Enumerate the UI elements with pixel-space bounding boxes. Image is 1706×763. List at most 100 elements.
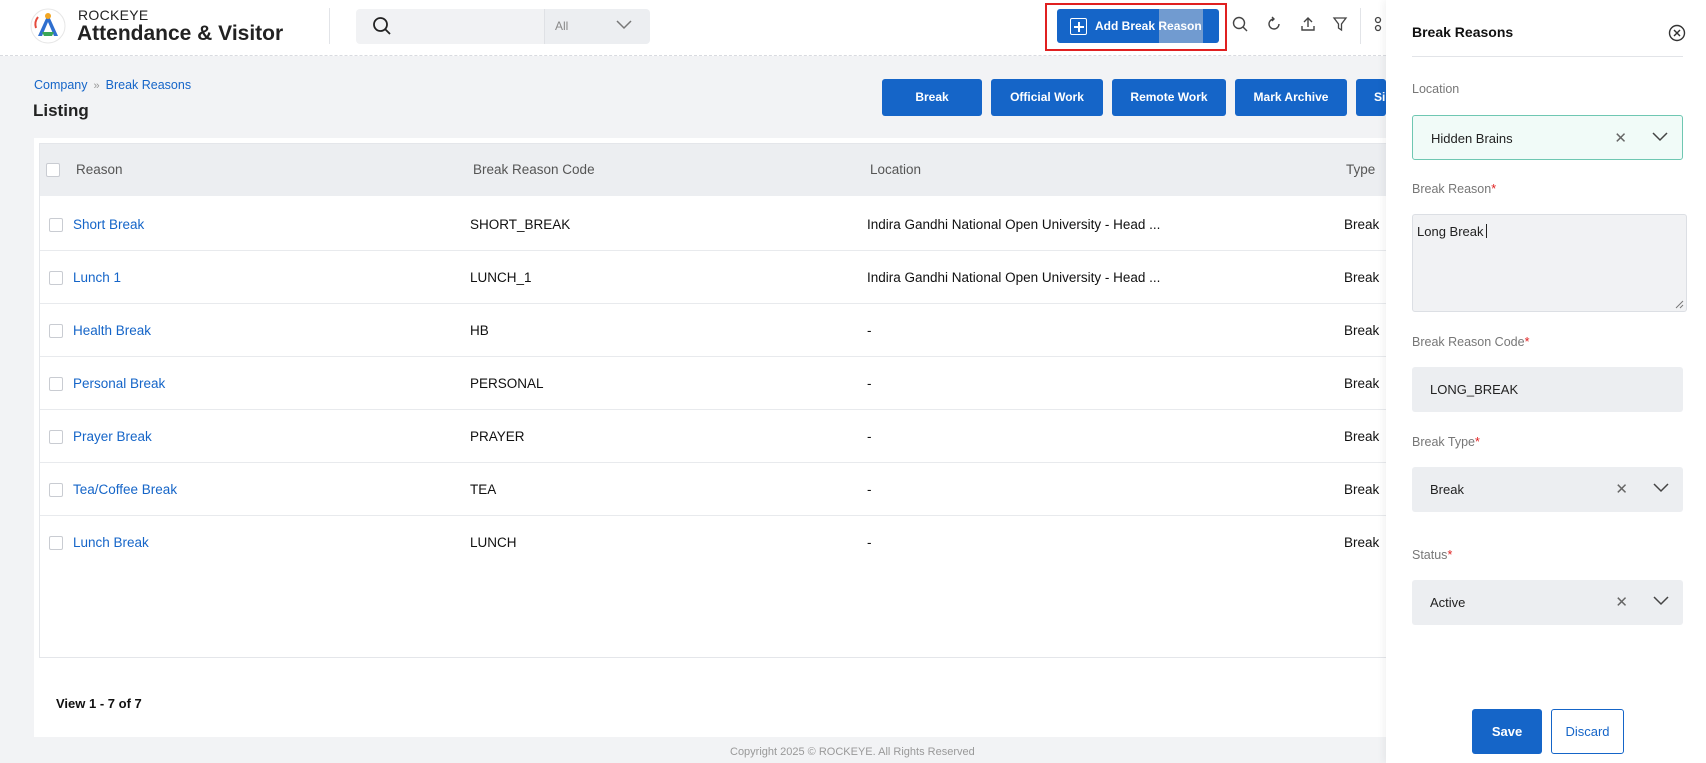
panel-title: Break Reasons [1412, 24, 1514, 40]
location-select[interactable]: Hidden Brains ✕ [1412, 115, 1683, 160]
status-select[interactable]: Active ✕ [1412, 580, 1683, 625]
row-checkbox[interactable] [49, 218, 63, 232]
breadcrumb: Company » Break Reasons [34, 78, 191, 92]
close-icon[interactable] [1668, 24, 1686, 42]
row-checkbox[interactable] [49, 377, 63, 391]
clear-icon[interactable]: ✕ [1615, 593, 1628, 611]
break-reason-code-label: Break Reason Code* [1412, 335, 1530, 349]
reason-link[interactable]: Lunch 1 [73, 270, 121, 285]
break-reason-code: TEA [470, 482, 497, 497]
type-cell: Break [1344, 217, 1380, 232]
upload-icon[interactable] [1300, 16, 1316, 32]
filter-icon[interactable] [1332, 16, 1348, 32]
grid-icon[interactable] [1374, 16, 1386, 32]
break-reason-label: Break Reason* [1412, 182, 1497, 196]
status-value: Active [1430, 595, 1466, 610]
chevron-down-icon[interactable] [1652, 132, 1668, 142]
location-label: Location [1412, 82, 1460, 96]
table-row: Short Break SHORT_BREAK Indira Gandhi Na… [40, 198, 1386, 251]
type-cell: Break [1344, 429, 1380, 444]
official-work-button[interactable]: Official Work [991, 79, 1103, 116]
column-break-reason-code[interactable]: Break Reason Code [473, 162, 595, 177]
column-type[interactable]: Type [1346, 162, 1375, 177]
page-title: Listing [33, 101, 89, 120]
table-row: Lunch 1 LUNCH_1 Indira Gandhi National O… [40, 251, 1386, 304]
location-cell: - [867, 323, 872, 338]
break-reason-code: SHORT_BREAK [470, 217, 571, 232]
search-filter-select[interactable]: All [544, 9, 650, 44]
location-cell: - [867, 429, 872, 444]
location-cell: Indira Gandhi National Open University -… [867, 217, 1161, 232]
reason-link[interactable]: Personal Break [73, 376, 165, 391]
search-icon[interactable] [1232, 16, 1248, 32]
table-header: Reason Break Reason Code Location Type [40, 144, 1386, 196]
column-location[interactable]: Location [870, 162, 921, 177]
chevron-down-icon[interactable] [1653, 596, 1669, 606]
break-reason-code: LUNCH [470, 535, 517, 550]
break-reason-form-panel: Break Reasons Location Hidden Brains ✕ B… [1386, 0, 1706, 763]
break-reason-code: HB [470, 323, 489, 338]
pagination-summary: View 1 - 7 of 7 [56, 696, 142, 711]
break-reason-code: PERSONAL [470, 376, 544, 391]
table-row: Tea/Coffee Break TEA - Break [40, 463, 1386, 516]
break-type-label: Break Type* [1412, 435, 1480, 449]
break-reason-textarea[interactable]: Long Break [1412, 214, 1687, 312]
column-reason[interactable]: Reason [76, 162, 123, 177]
break-button[interactable]: Break [882, 79, 982, 116]
reason-link[interactable]: Short Break [73, 217, 144, 232]
break-reason-code-input[interactable]: LONG_BREAK [1412, 367, 1683, 412]
table-row: Health Break HB - Break [40, 304, 1386, 357]
add-break-reason-button[interactable]: Add Break Reason [1057, 9, 1219, 43]
app-title: Attendance & Visitor [77, 22, 284, 45]
type-cell: Break [1344, 482, 1380, 497]
discard-button[interactable]: Discard [1551, 709, 1624, 754]
copyright-footer: Copyright 2025 © ROCKEYE. All Rights Res… [730, 746, 975, 758]
row-checkbox[interactable] [49, 324, 63, 338]
row-checkbox[interactable] [49, 483, 63, 497]
type-cell: Break [1344, 376, 1380, 391]
reason-link[interactable]: Lunch Break [73, 535, 149, 550]
clear-icon[interactable]: ✕ [1615, 480, 1628, 498]
header-divider [1360, 8, 1361, 44]
resize-handle-icon[interactable] [1675, 300, 1684, 309]
chevron-down-icon [616, 20, 632, 30]
break-reason-code: LUNCH_1 [470, 270, 532, 285]
status-label: Status* [1412, 548, 1453, 562]
select-all-checkbox[interactable] [46, 163, 60, 177]
breadcrumb-break-reasons[interactable]: Break Reasons [106, 78, 191, 92]
location-cell: - [867, 535, 872, 550]
remote-work-button[interactable]: Remote Work [1112, 79, 1226, 116]
refresh-icon[interactable] [1266, 16, 1282, 32]
brand-name: ROCKEYE [78, 7, 149, 23]
break-reason-value: Long Break [1417, 224, 1487, 239]
break-type-value: Break [1430, 482, 1464, 497]
header-divider [329, 8, 330, 44]
global-search-input[interactable] [356, 9, 544, 44]
reason-link[interactable]: Prayer Break [73, 429, 152, 444]
table-row: Prayer Break PRAYER - Break [40, 410, 1386, 463]
breadcrumb-separator-icon: » [93, 80, 100, 92]
reason-link[interactable]: Tea/Coffee Break [73, 482, 177, 497]
more-action-button[interactable]: Si [1356, 79, 1386, 116]
search-icon [373, 17, 391, 35]
location-cell: - [867, 482, 872, 497]
type-cell: Break [1344, 270, 1380, 285]
type-cell: Break [1344, 535, 1380, 550]
location-cell: Indira Gandhi National Open University -… [867, 270, 1161, 285]
row-checkbox[interactable] [49, 536, 63, 550]
add-break-reason-label: Add Break Reason [1095, 19, 1202, 33]
panel-divider [1412, 56, 1683, 57]
mark-archive-button[interactable]: Mark Archive [1235, 79, 1347, 116]
chevron-down-icon[interactable] [1653, 483, 1669, 493]
type-cell: Break [1344, 323, 1380, 338]
row-checkbox[interactable] [49, 271, 63, 285]
break-reason-code-value: LONG_BREAK [1430, 382, 1519, 397]
row-checkbox[interactable] [49, 430, 63, 444]
plus-icon [1070, 18, 1087, 35]
clear-icon[interactable]: ✕ [1614, 129, 1627, 147]
break-reason-code: PRAYER [470, 429, 525, 444]
save-button[interactable]: Save [1472, 709, 1542, 754]
break-type-select[interactable]: Break ✕ [1412, 467, 1683, 512]
breadcrumb-company[interactable]: Company [34, 78, 88, 92]
reason-link[interactable]: Health Break [73, 323, 151, 338]
